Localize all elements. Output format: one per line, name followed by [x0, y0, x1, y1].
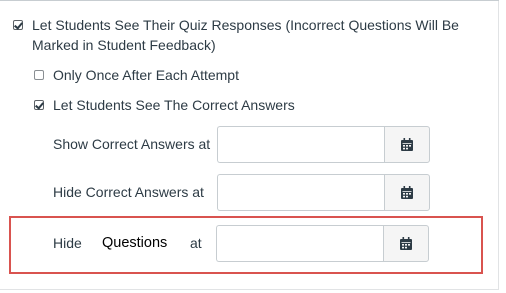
see-responses-label-line1: Let Students See Their Quiz Responses (I… [32, 17, 459, 33]
option-only-once[interactable]: Only Once After Each Attempt [34, 65, 239, 85]
hide-questions-calendar-button[interactable] [383, 225, 429, 262]
option-see-correct[interactable]: Let Students See The Correct Answers [34, 95, 295, 115]
option-see-responses[interactable]: Let Students See Their Quiz Responses (I… [13, 15, 459, 55]
hide-questions-label-at: at [190, 235, 202, 251]
see-correct-label: Let Students See The Correct Answers [53, 97, 295, 113]
only-once-checkbox[interactable] [34, 70, 44, 80]
hide-questions-label-questions: Questions [102, 235, 168, 251]
see-responses-checkbox[interactable] [13, 20, 23, 30]
hide-questions-date-group [216, 225, 429, 262]
show-correct-date-group [217, 126, 430, 163]
hide-questions-label-hide: Hide [53, 235, 82, 251]
calendar-icon [401, 137, 413, 151]
calendar-icon [401, 185, 413, 199]
show-correct-label: Show Correct Answers at [53, 136, 211, 152]
hide-correct-label: Hide Correct Answers at [53, 184, 204, 200]
show-correct-input[interactable] [217, 126, 384, 163]
hide-questions-input[interactable] [216, 225, 383, 262]
only-once-label: Only Once After Each Attempt [53, 67, 239, 83]
hide-correct-date-group [217, 174, 430, 211]
hide-correct-input[interactable] [217, 174, 384, 211]
calendar-icon [400, 236, 412, 250]
hide-correct-calendar-button[interactable] [384, 174, 430, 211]
see-responses-label-line2: Marked in Student Feedback) [32, 37, 216, 53]
see-correct-checkbox[interactable] [34, 100, 44, 110]
panel-top-border [0, 0, 499, 4]
show-correct-calendar-button[interactable] [384, 126, 430, 163]
